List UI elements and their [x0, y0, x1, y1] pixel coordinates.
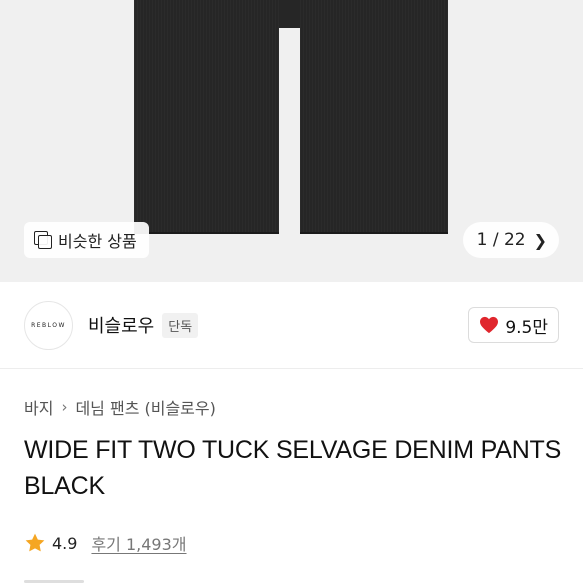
breadcrumb-subcategory[interactable]: 데님 팬츠 (비슬로우): [75, 395, 215, 419]
pants-left-leg: [134, 0, 279, 234]
like-button[interactable]: 9.5만: [468, 307, 559, 343]
pants-right-leg: [300, 0, 448, 234]
exclusive-badge: 단독: [162, 312, 199, 338]
image-pager-count: 1 / 22: [476, 230, 526, 250]
image-pager-button[interactable]: 1 / 22 ❯: [462, 222, 559, 258]
product-title: WIDE FIT TWO TUCK SELVAGE DENIM PANTS BL…: [24, 436, 562, 500]
similar-products-label: 비슷한 상품: [58, 232, 137, 251]
brand-logo[interactable]: REBLOW: [24, 300, 73, 350]
product-image[interactable]: 비슷한 상품 1 / 22 ❯: [0, 0, 583, 282]
similar-products-button[interactable]: 비슷한 상품: [24, 222, 149, 258]
copy-icon: [34, 231, 52, 249]
brand-row: REBLOW 비슬로우 단독 9.5만: [24, 298, 559, 352]
breadcrumb: 바지 › 데님 팬츠 (비슬로우): [24, 395, 216, 419]
rating-row: 4.9 후기 1,493개: [24, 531, 187, 555]
breadcrumb-category[interactable]: 바지: [24, 395, 53, 419]
star-icon: [25, 533, 45, 552]
review-count-link[interactable]: 후기 1,493개: [91, 531, 186, 555]
like-count: 9.5만: [505, 317, 548, 338]
brand-logo-text: REBLOW: [31, 321, 66, 329]
pants-crotch: [279, 0, 300, 28]
section-divider: [0, 368, 583, 369]
rating-score: 4.9: [52, 533, 78, 553]
heart-icon: [480, 316, 499, 334]
chevron-right-icon: ❯: [533, 230, 547, 250]
brand-name[interactable]: 비슬로우: [88, 312, 154, 338]
chevron-right-icon: ›: [61, 398, 68, 416]
